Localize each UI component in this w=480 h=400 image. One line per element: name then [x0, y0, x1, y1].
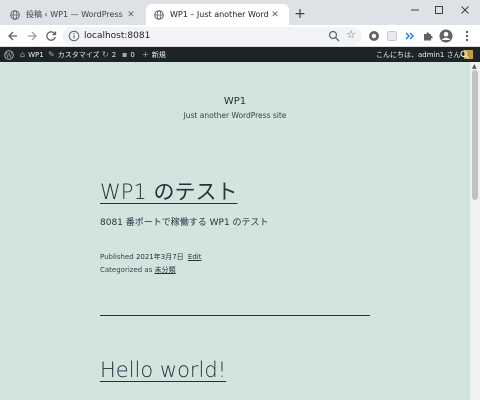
profile-button[interactable] — [438, 28, 454, 44]
puzzle-icon — [424, 32, 433, 41]
back-icon — [8, 31, 17, 41]
wp-logo-menu[interactable]: W — [4, 47, 14, 62]
tab-title: WP1 – Just another WordPress site — [170, 10, 269, 19]
post-title-link-2[interactable]: Hello world! — [100, 358, 226, 382]
admin-bar-site[interactable]: ⌂ WP1 — [20, 47, 44, 62]
tab-wp-admin[interactable]: 投稿 ‹ WP1 — WordPress ✕ — [2, 4, 145, 25]
extension-button-2[interactable] — [384, 28, 400, 44]
tab-strip: 投稿 ‹ WP1 — WordPress ✕ WP1 – Just anothe… — [0, 0, 480, 25]
info-icon[interactable] — [68, 30, 80, 42]
window-close-button[interactable] — [454, 2, 476, 18]
minimize-icon — [411, 9, 419, 11]
browser-menu-button[interactable] — [459, 28, 475, 44]
profile-icon — [439, 29, 453, 43]
site-content: WP1 Just another WordPress site WP1 のテスト… — [0, 62, 470, 400]
extension-icon — [369, 31, 379, 41]
post-meta-published: Published 2021年3月7日 Edit — [100, 252, 201, 262]
admin-bar-customize-label: カスタマイズ — [57, 50, 100, 59]
site-title[interactable]: WP1 — [0, 96, 470, 107]
reload-icon — [46, 31, 57, 41]
svg-text:W: W — [6, 51, 13, 59]
forward-icon — [28, 31, 37, 41]
site-tagline: Just another WordPress site — [183, 111, 287, 120]
extension-button-3[interactable] — [402, 28, 418, 44]
tab-wp1-site[interactable]: WP1 – Just another WordPress site ✕ — [146, 4, 289, 25]
post-date-link[interactable]: 2021年3月7日 — [136, 253, 184, 261]
admin-bar-updates-count: 2 — [111, 50, 117, 59]
menu-icon — [465, 30, 469, 42]
admin-bar-customize[interactable]: ✎ カスタマイズ — [48, 47, 100, 62]
browser-toolbar: localhost:8081 ☆ — [0, 25, 480, 47]
admin-bar-account[interactable]: こんにちは、admin1 さん — [376, 47, 473, 62]
post-meta-category: Categorized as 未分類 — [100, 265, 176, 275]
zoom-icon[interactable] — [328, 30, 340, 42]
forward-button[interactable] — [24, 28, 40, 44]
scrollbar-thumb[interactable] — [472, 70, 478, 200]
close-icon[interactable]: ✕ — [269, 10, 281, 20]
admin-bar-updates[interactable]: ↻ 2 — [102, 47, 116, 62]
globe-icon — [10, 9, 20, 20]
admin-bar-site-name: WP1 — [28, 50, 44, 59]
star-icon[interactable]: ☆ — [346, 29, 356, 41]
admin-bar-new[interactable]: + 新規 — [142, 47, 166, 62]
search-icon — [460, 50, 469, 59]
post-title-link[interactable]: WP1 のテスト — [100, 176, 237, 206]
maximize-button[interactable] — [428, 2, 450, 18]
extension-icon — [387, 31, 397, 41]
edit-link[interactable]: Edit — [188, 253, 202, 261]
admin-bar-new-label: 新規 — [151, 50, 166, 59]
maximize-icon — [435, 6, 443, 14]
close-icon[interactable]: ✕ — [125, 10, 137, 20]
close-icon — [461, 6, 469, 14]
comments-icon: ▪ — [122, 50, 128, 59]
minimize-button[interactable] — [404, 2, 426, 18]
extensions-menu-button[interactable] — [420, 28, 436, 44]
admin-bar-comments-count: 0 — [130, 50, 135, 59]
wordpress-icon: W — [4, 49, 14, 60]
home-icon: ⌂ — [20, 50, 26, 59]
scroll-up-icon[interactable]: ▲ — [472, 63, 477, 70]
tab-title: 投稿 ‹ WP1 — WordPress — [26, 10, 123, 19]
back-button[interactable] — [5, 28, 21, 44]
categorized-label: Categorized as — [100, 266, 153, 274]
category-link[interactable]: 未分類 — [155, 266, 176, 274]
post-excerpt: 8081 番ポートで稼働する WP1 のテスト — [100, 218, 269, 228]
page-scrollbar[interactable]: ▲ — [470, 62, 480, 400]
admin-bar-search[interactable] — [460, 47, 469, 62]
extension-icon — [405, 32, 414, 40]
address-text[interactable]: localhost:8081 — [84, 31, 150, 41]
updates-icon: ↻ — [102, 50, 109, 59]
extension-button[interactable] — [366, 28, 382, 44]
admin-bar-greeting: こんにちは、admin1 さん — [376, 50, 461, 59]
post-separator — [100, 315, 370, 316]
new-tab-button[interactable]: + — [292, 6, 308, 22]
globe-icon — [154, 9, 164, 20]
reload-button[interactable] — [43, 28, 59, 44]
published-label: Published — [100, 253, 134, 261]
brush-icon: ✎ — [48, 50, 55, 59]
address-bar[interactable]: localhost:8081 ☆ — [62, 27, 362, 45]
admin-bar-comments[interactable]: ▪ 0 — [122, 47, 135, 62]
plus-icon: + — [142, 50, 149, 59]
wp-admin-bar: W ⌂ WP1 ✎ カスタマイズ ↻ 2 ▪ 0 + 新規 こんにちは、admi… — [0, 47, 480, 62]
